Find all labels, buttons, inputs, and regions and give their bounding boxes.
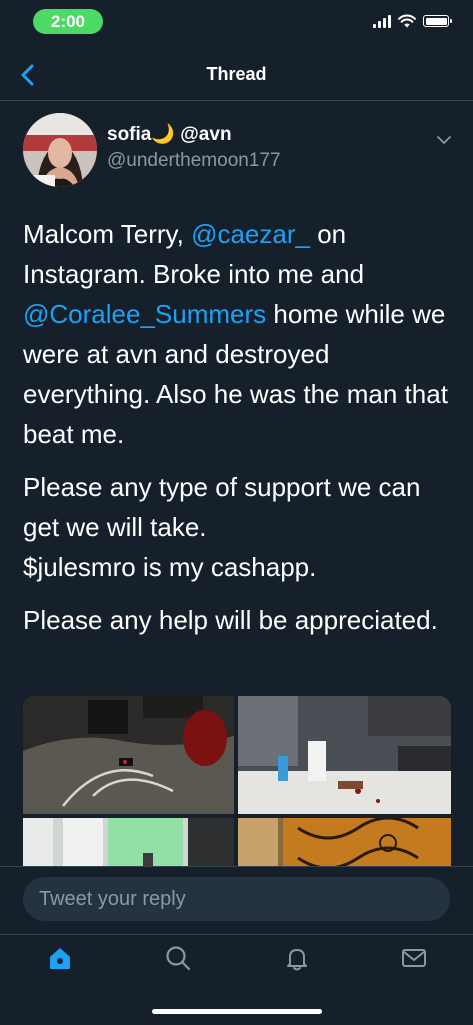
wifi-icon <box>398 14 416 28</box>
tweet-paragraph-2-line-2: $julesmro is my cashapp. <box>23 552 317 582</box>
status-icons <box>373 14 452 28</box>
search-icon[interactable] <box>163 943 193 973</box>
mention-link[interactable]: @caezar_ <box>191 219 310 249</box>
chevron-down-icon[interactable] <box>435 131 453 149</box>
tweet-paragraph-2: Please any type of support we can get we… <box>23 467 453 587</box>
tweet-author[interactable]: sofia🌙 @avn @underthemoon177 <box>107 123 281 173</box>
mention-link[interactable]: @Coralee_Summers <box>23 299 266 329</box>
avatar[interactable] <box>23 113 97 187</box>
battery-icon <box>423 15 452 27</box>
notifications-icon[interactable] <box>282 943 312 973</box>
messages-icon[interactable] <box>399 943 429 973</box>
home-indicator[interactable] <box>152 1009 322 1014</box>
media-photo-2[interactable] <box>238 696 451 814</box>
home-icon[interactable] <box>45 943 75 973</box>
reply-composer: Tweet your reply <box>0 866 473 935</box>
tweet-media-grid <box>23 696 451 876</box>
media-photo-1[interactable] <box>23 696 234 814</box>
tweet-text-segment: Malcom Terry, <box>23 219 192 249</box>
display-name: sofia🌙 @avn <box>107 124 232 145</box>
reply-input[interactable]: Tweet your reply <box>23 877 450 921</box>
tweet-paragraph-2-line-1: Please any type of support we can get we… <box>23 472 421 542</box>
user-handle: @underthemoon177 <box>107 150 281 171</box>
tweet-header: sofia🌙 @avn @underthemoon177 <box>23 113 453 193</box>
tweet-text: Malcom Terry, @caezar_ on Instagram. Bro… <box>23 214 453 653</box>
navigation-bar: Thread <box>0 52 473 101</box>
cellular-signal-icon <box>373 14 391 28</box>
status-time: 2:00 <box>33 9 103 34</box>
tweet-paragraph-3: Please any help will be appreciated. <box>23 605 438 635</box>
page-title: Thread <box>206 64 267 84</box>
tweet-paragraph-1: Malcom Terry, @caezar_ on Instagram. Bro… <box>23 214 453 454</box>
status-bar: 2:00 <box>0 0 473 44</box>
